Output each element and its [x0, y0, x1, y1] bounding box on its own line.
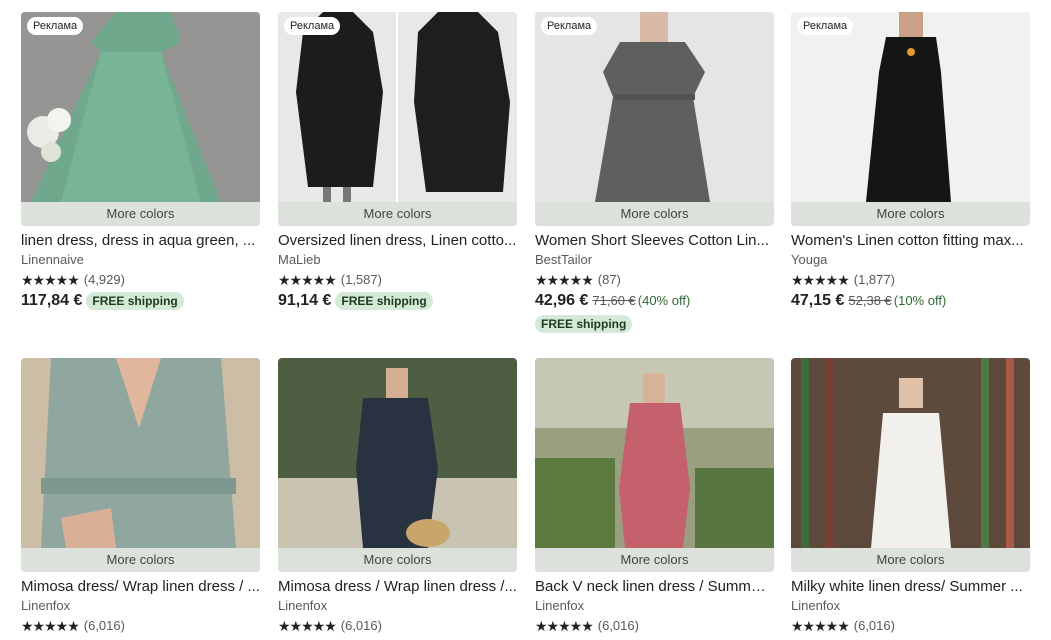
shop-name[interactable]: Linenfox: [791, 598, 1030, 614]
more-colors-label: More colors: [21, 202, 260, 226]
shop-name[interactable]: BestTailor: [535, 252, 774, 268]
listing-image[interactable]: Реклама More colors: [791, 12, 1030, 226]
shop-name[interactable]: Linenfox: [535, 598, 774, 614]
listing-image[interactable]: More colors: [21, 358, 260, 572]
listing-image[interactable]: Реклама More colors: [21, 12, 260, 226]
discount-label: (10% off): [893, 293, 947, 308]
more-colors-label: More colors: [21, 548, 260, 572]
price: 47,15 €: [791, 292, 845, 309]
star-rating-icon: ★★★★★: [791, 618, 850, 634]
sage-wrap-dress-photo: [21, 358, 260, 548]
more-colors-label: More colors: [278, 548, 517, 572]
rating: ★★★★★ (6,016): [535, 618, 774, 634]
black-oversized-dress-photo: [278, 12, 517, 202]
listing-title[interactable]: Women's Linen cotton fitting max...: [791, 232, 1030, 250]
review-count: (87): [597, 272, 621, 287]
star-rating-icon: ★★★★★: [21, 272, 80, 288]
listing-image[interactable]: Реклама More colors: [278, 12, 517, 226]
price: 91,14 €: [278, 292, 332, 309]
listing-image[interactable]: More colors: [535, 358, 774, 572]
price: 117,84 €: [21, 292, 83, 309]
star-rating-icon: ★★★★★: [791, 272, 850, 288]
original-price: 52,38 €: [848, 293, 892, 308]
listing-image[interactable]: More colors: [278, 358, 517, 572]
more-colors-label: More colors: [535, 548, 774, 572]
rating: ★★★★★ (4,929): [21, 272, 260, 288]
navy-wrap-dress-photo: [278, 358, 517, 548]
ad-badge: Реклама: [284, 17, 341, 35]
white-slip-dress-photo: [791, 358, 1030, 548]
ad-badge: Реклама: [541, 17, 598, 35]
listing-image[interactable]: Реклама More colors: [535, 12, 774, 226]
price-row: 47,15 € 52,38 € (10% off): [791, 292, 1030, 310]
listing-card[interactable]: Реклама More colors Women's Linen cotton…: [791, 12, 1030, 310]
review-count: (1,587): [340, 272, 382, 287]
star-rating-icon: ★★★★★: [278, 618, 337, 634]
listing-card[interactable]: Реклама More colors linen dress, dress i…: [21, 12, 260, 310]
review-count: (6,016): [83, 618, 125, 633]
star-rating-icon: ★★★★★: [535, 272, 594, 288]
listing-title[interactable]: Oversized linen dress, Linen cotto...: [278, 232, 517, 250]
free-shipping-badge: FREE shipping: [86, 292, 184, 310]
rating: ★★★★★ (6,016): [791, 618, 1030, 634]
shop-name[interactable]: MaLieb: [278, 252, 517, 268]
rating: ★★★★★ (1,587): [278, 272, 517, 288]
rating: ★★★★★ (1,877): [791, 272, 1030, 288]
price-row: 42,96 € 71,60 € (40% off): [535, 292, 774, 310]
more-colors-label: More colors: [278, 202, 517, 226]
listing-card[interactable]: More colors Back V neck linen dress / Su…: [535, 358, 774, 634]
price-row: 91,14 € FREE shipping: [278, 292, 517, 310]
review-count: (4,929): [83, 272, 125, 287]
listing-card[interactable]: More colors Milky white linen dress/ Sum…: [791, 358, 1030, 634]
listing-title[interactable]: Mimosa dress/ Wrap linen dress / ...: [21, 578, 260, 596]
review-count: (6,016): [853, 618, 895, 633]
rating: ★★★★★ (6,016): [21, 618, 260, 634]
rose-linen-dress-photo: [535, 358, 774, 548]
review-count: (1,877): [853, 272, 895, 287]
free-shipping-badge: FREE shipping: [535, 315, 633, 333]
shop-name[interactable]: Youga: [791, 252, 1030, 268]
listing-title[interactable]: Back V neck linen dress / Summer...: [535, 578, 774, 596]
listing-title[interactable]: Mimosa dress / Wrap linen dress /...: [278, 578, 517, 596]
more-colors-label: More colors: [791, 202, 1030, 226]
listing-title[interactable]: linen dress, dress in aqua green, ...: [21, 232, 260, 250]
review-count: (6,016): [597, 618, 639, 633]
listing-card[interactable]: More colors Mimosa dress / Wrap linen dr…: [278, 358, 517, 634]
shop-name[interactable]: Linenfox: [21, 598, 260, 614]
ad-badge: Реклама: [27, 17, 84, 35]
listing-card[interactable]: More colors Mimosa dress/ Wrap linen dre…: [21, 358, 260, 634]
more-colors-label: More colors: [791, 548, 1030, 572]
listing-image[interactable]: More colors: [791, 358, 1030, 572]
listing-card[interactable]: Реклама More colors Women Short Sleeves …: [535, 12, 774, 333]
shop-name[interactable]: Linenfox: [278, 598, 517, 614]
listing-card[interactable]: Реклама More colors Oversized linen dres…: [278, 12, 517, 310]
listing-title[interactable]: Milky white linen dress/ Summer ...: [791, 578, 1030, 596]
discount-label: (40% off): [637, 293, 691, 308]
price-row: 117,84 € FREE shipping: [21, 292, 260, 310]
more-colors-label: More colors: [535, 202, 774, 226]
price: 42,96 €: [535, 292, 589, 309]
listing-title[interactable]: Women Short Sleeves Cotton Lin...: [535, 232, 774, 250]
star-rating-icon: ★★★★★: [278, 272, 337, 288]
original-price: 71,60 €: [592, 293, 636, 308]
star-rating-icon: ★★★★★: [21, 618, 80, 634]
rating: ★★★★★ (6,016): [278, 618, 517, 634]
shop-name[interactable]: Linennaive: [21, 252, 260, 268]
review-count: (6,016): [340, 618, 382, 633]
free-shipping-badge: FREE shipping: [335, 292, 433, 310]
rating: ★★★★★ (87): [535, 272, 774, 288]
listing-grid: Реклама More colors linen dress, dress i…: [0, 0, 1051, 640]
gray-cotton-dress-photo: [535, 12, 774, 202]
ad-badge: Реклама: [797, 17, 854, 35]
aqua-linen-dress-photo: [21, 12, 260, 202]
black-maxi-dress-photo: [791, 12, 1030, 202]
star-rating-icon: ★★★★★: [535, 618, 594, 634]
